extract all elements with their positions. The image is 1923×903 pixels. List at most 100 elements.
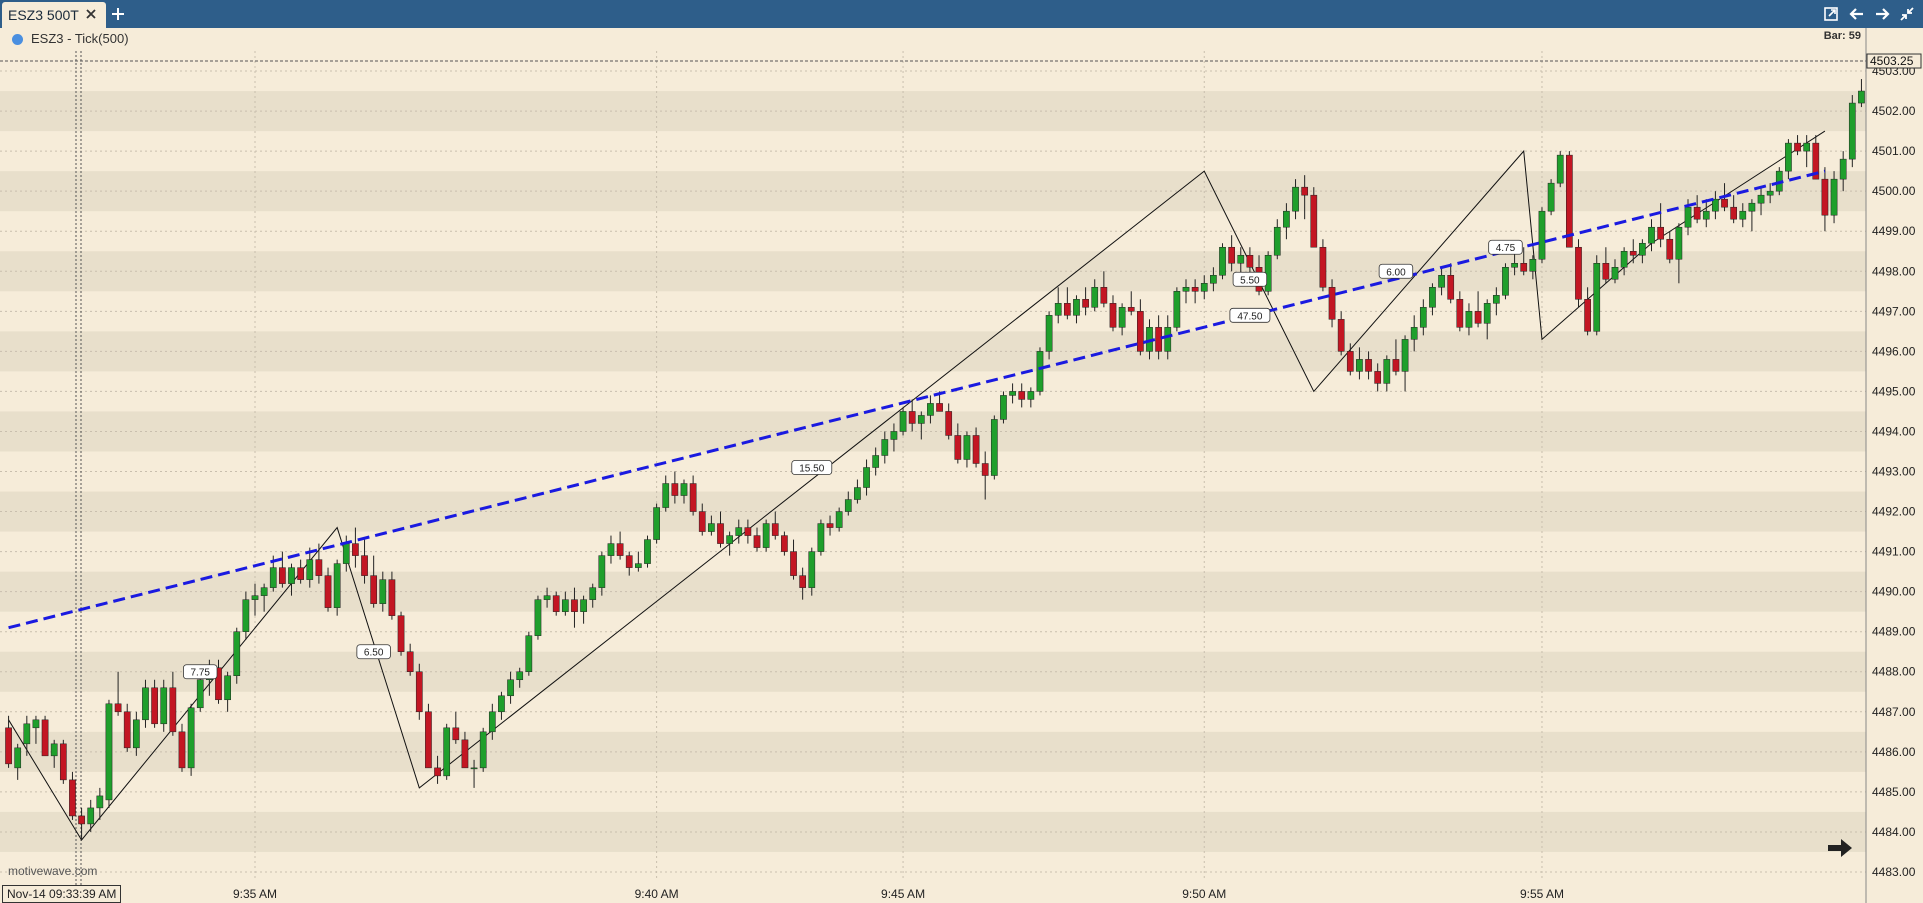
candle-down [1319, 239, 1327, 292]
candle-up [580, 595, 587, 624]
candle-body [1337, 319, 1345, 352]
candle-up [1538, 207, 1546, 264]
candle-body [516, 671, 524, 681]
candle-body [525, 635, 533, 672]
candle-down [41, 715, 49, 757]
candle-up [1547, 179, 1555, 216]
candle-body [927, 403, 934, 416]
candle-up [872, 447, 880, 476]
candle-body [342, 543, 350, 564]
candle-body [1821, 178, 1829, 216]
candle-body [826, 523, 834, 528]
candle-body [1164, 327, 1172, 352]
candle-body [1785, 142, 1792, 172]
price-tick-label: 4492.00 [1872, 505, 1916, 519]
price-tick-label: 4483.00 [1872, 865, 1916, 879]
candle-body [1137, 311, 1144, 352]
candle-up [963, 431, 971, 468]
time-tick-label: 9:45 AM [881, 887, 925, 901]
candle-body [1675, 226, 1683, 260]
candle-down [397, 611, 405, 656]
candle-body [863, 467, 870, 488]
candle-up [1036, 347, 1044, 396]
zigzag-label-text: 5.50 [1240, 275, 1260, 286]
candle-body [1127, 307, 1135, 312]
candle-body [1803, 142, 1811, 152]
candle-up [1383, 355, 1391, 392]
candle-up [762, 519, 770, 552]
candle-up [1401, 335, 1409, 392]
candle-body [452, 727, 460, 741]
candle-body [1292, 186, 1299, 212]
candle-body [552, 595, 560, 612]
zigzag-label: 6.00 [1378, 263, 1414, 279]
go-to-end-arrow-icon[interactable] [1826, 836, 1854, 860]
candle-body [1657, 226, 1664, 240]
candle-up [443, 723, 451, 780]
candle-body [844, 499, 852, 512]
candle-body [561, 599, 569, 612]
candle-body [899, 411, 907, 432]
candle-body [635, 563, 642, 568]
time-tick-label: 9:50 AM [1182, 887, 1226, 901]
candle-body [1602, 263, 1610, 280]
candle-down [69, 771, 76, 820]
candle-body [1410, 327, 1418, 340]
candle-body [269, 567, 277, 588]
candle-body [1328, 287, 1336, 320]
candle-body [817, 523, 825, 552]
candle-up [1073, 295, 1080, 324]
candle-body [297, 567, 304, 580]
candle-body [1456, 299, 1464, 328]
candle-body [1757, 194, 1765, 204]
candle-body [1383, 359, 1391, 384]
candle-body [306, 559, 314, 580]
candle-body [434, 767, 441, 777]
candle-up [1848, 95, 1856, 168]
candle-body [1748, 202, 1756, 212]
bar-count: Bar: 59 [1823, 30, 1861, 42]
candle-body [1200, 283, 1208, 292]
candle-down [1310, 187, 1318, 248]
candle-body [333, 563, 341, 608]
candle-body [954, 435, 962, 460]
candle-up [607, 535, 615, 564]
candle-body [1702, 210, 1710, 220]
candle-body [415, 671, 423, 713]
candle-body [881, 439, 889, 456]
price-tick-label: 4495.00 [1872, 384, 1916, 398]
candlestick-chart[interactable]: 7.756.5015.505.5047.506.004.75 4503.0045… [0, 0, 1923, 903]
candle-up [1748, 199, 1756, 232]
candle-body [461, 739, 469, 769]
candle-body [196, 679, 204, 709]
candle-body [1319, 246, 1327, 288]
candle-up [1000, 391, 1007, 424]
candle-body [233, 631, 241, 677]
candle-body [1730, 206, 1738, 220]
candle-down [1137, 299, 1144, 356]
candle-down [370, 555, 378, 608]
candle-body [87, 807, 95, 825]
candle-body [370, 575, 378, 604]
candle-down [452, 711, 460, 744]
candle-up [1830, 171, 1838, 224]
cursor-date-label: Nov-14 09:33:39 AM [2, 885, 122, 903]
price-tick-label: 4500.00 [1872, 184, 1916, 198]
zigzag-label-text: 15.50 [799, 464, 824, 475]
candle-down [790, 539, 797, 580]
price-tick-label: 4488.00 [1872, 665, 1916, 679]
candle-body [735, 527, 743, 536]
candle-body [14, 747, 22, 769]
candle-body [69, 779, 76, 817]
candle-body [1839, 158, 1847, 180]
candle-body [50, 743, 58, 757]
candle-body [1712, 198, 1719, 212]
candle-body [680, 483, 688, 496]
candle-up [498, 691, 505, 720]
candle-down [1666, 231, 1674, 264]
candle-up [1593, 255, 1601, 336]
candle-down [279, 551, 286, 588]
candle-body [671, 483, 679, 496]
candle-body [488, 711, 496, 733]
candle-body [1739, 210, 1747, 220]
